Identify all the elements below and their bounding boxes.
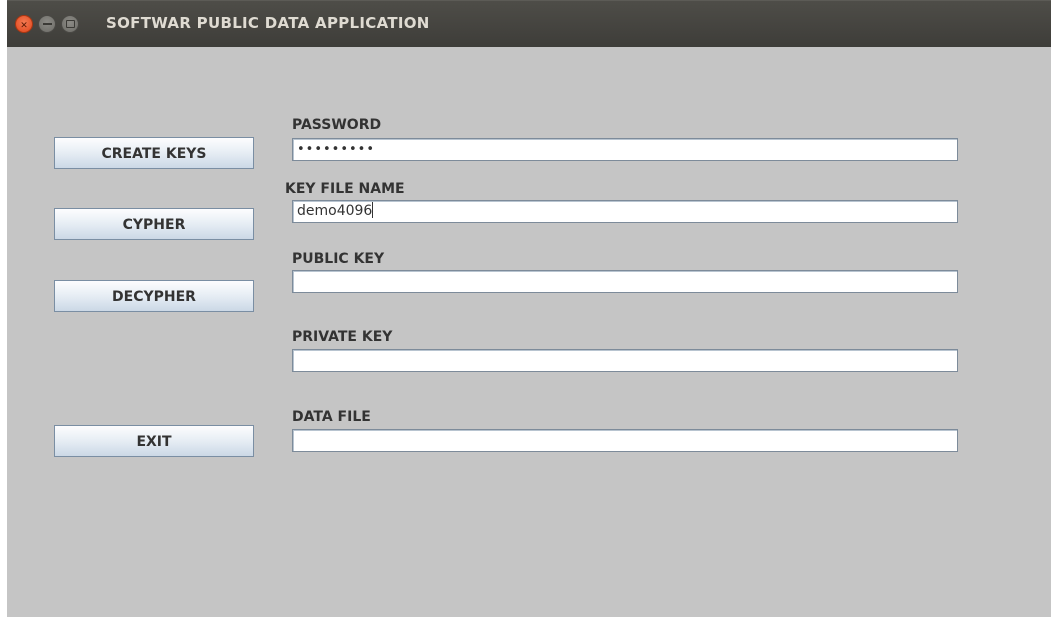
app-window: ✕ SOFTWAR PUBLIC DATA APPLICATION CREATE…	[7, 0, 1051, 617]
password-label: PASSWORD	[292, 117, 382, 133]
window-title: SOFTWAR PUBLIC DATA APPLICATION	[106, 14, 430, 32]
create-keys-button[interactable]: CREATE KEYS	[54, 137, 254, 169]
key-file-name-field[interactable]: demo4096	[292, 200, 958, 223]
data-file-label: DATA FILE	[292, 409, 371, 425]
maximize-icon[interactable]	[61, 15, 79, 33]
text-caret	[372, 202, 374, 218]
exit-button[interactable]: EXIT	[54, 425, 254, 457]
password-value: •••••••••	[297, 142, 376, 157]
cypher-button[interactable]: CYPHER	[54, 208, 254, 240]
public-key-label: PUBLIC KEY	[292, 251, 385, 267]
close-icon[interactable]: ✕	[15, 15, 33, 33]
decypher-button[interactable]: DECYPHER	[54, 280, 254, 312]
password-field[interactable]: •••••••••	[292, 138, 958, 161]
minimize-icon[interactable]	[38, 15, 56, 33]
key-file-name-value: demo4096	[297, 203, 373, 219]
private-key-label: PRIVATE KEY	[292, 329, 393, 345]
key-file-name-label: KEY FILE NAME	[285, 181, 405, 197]
title-bar[interactable]: ✕ SOFTWAR PUBLIC DATA APPLICATION	[7, 0, 1051, 47]
private-key-field[interactable]	[292, 349, 958, 372]
public-key-field[interactable]	[292, 270, 958, 293]
data-file-field[interactable]	[292, 429, 958, 452]
